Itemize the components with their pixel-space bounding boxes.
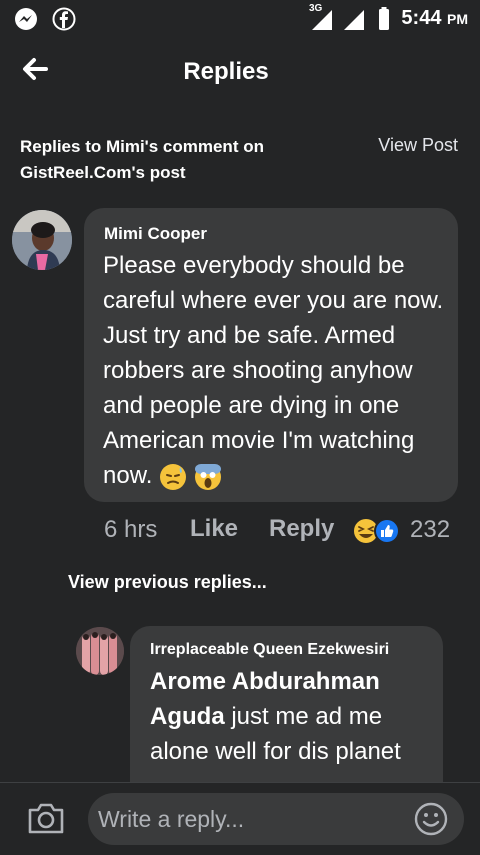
facebook-icon [52,7,76,31]
reply-input-placeholder[interactable]: Write a reply... [98,806,244,833]
clock: 5:44 PM [401,7,468,30]
camera-icon[interactable] [26,800,66,836]
comment-author[interactable]: Mimi Cooper [104,224,207,244]
view-previous-replies-link[interactable]: View previous replies... [68,572,267,593]
sweat-emoji-icon [160,463,187,490]
like-reaction-icon [374,518,400,544]
reply-button[interactable]: Reply [269,515,334,543]
scream-emoji-icon [194,463,221,490]
reaction-count[interactable]: 232 [410,516,450,544]
queen-ezekwesiri-avatar[interactable] [76,627,124,675]
comment-body: Please everybody should be careful where… [103,252,444,489]
status-bar: 3G 5:44 PM [0,0,480,38]
messenger-icon [15,8,37,30]
view-post-link[interactable]: View Post [378,135,458,156]
signal-icon [312,10,332,30]
like-button[interactable]: Like [190,515,238,543]
reply-author[interactable]: Irreplaceable Queen Ezekwesiri [150,641,389,659]
signal-icon-2 [344,10,364,30]
smiley-icon[interactable] [414,802,448,836]
comment-text: Please everybody should be careful where… [103,248,453,493]
comment-timestamp: 6 hrs [104,516,158,543]
replies-context: Replies to Mimi's comment on GistReel.Co… [20,137,264,182]
mimi-cooper-avatar[interactable] [12,210,72,270]
page-title: Replies [183,58,269,85]
reply-text: Arome Abdurahman Aguda just me ad me alo… [150,664,435,769]
reactions-summary[interactable] [351,516,403,546]
battery-icon [379,7,389,30]
clock-time: 5:44 [401,7,442,29]
clock-ampm: PM [447,11,468,27]
